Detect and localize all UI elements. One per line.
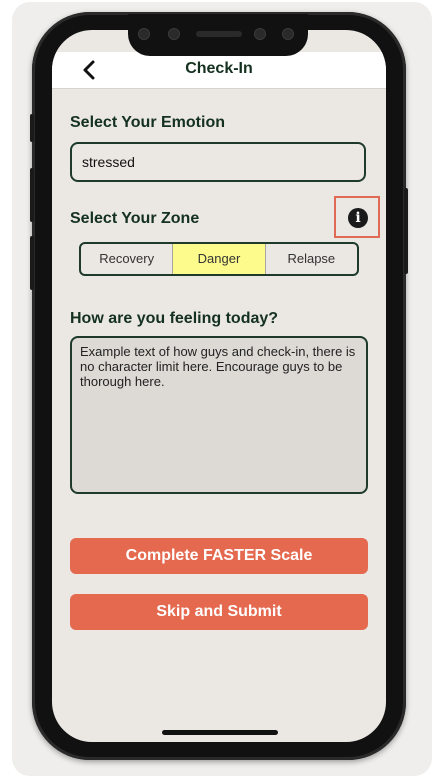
- home-indicator: [162, 730, 278, 735]
- app-header: Check-In: [52, 52, 386, 89]
- emotion-field[interactable]: stressed: [70, 142, 366, 182]
- page-title: Check-In: [185, 60, 253, 77]
- phone-volume-down: [30, 236, 34, 290]
- phone-silent-switch: [30, 114, 34, 142]
- zone-label: Select Your Zone: [70, 210, 200, 227]
- zone-selector: Recovery Danger Relapse: [79, 242, 359, 276]
- complete-faster-scale-button[interactable]: Complete FASTER Scale: [70, 538, 368, 574]
- phone-notch: [128, 14, 308, 56]
- zone-option-relapse[interactable]: Relapse: [266, 244, 357, 274]
- phone-screen: Check-In Select Your Emotion stressed Se…: [52, 30, 386, 742]
- camera-lens: [282, 28, 294, 40]
- speaker-grille: [196, 31, 242, 37]
- info-icon[interactable]: i: [348, 208, 368, 228]
- sensor-dot: [254, 28, 266, 40]
- skip-and-submit-button[interactable]: Skip and Submit: [70, 594, 368, 630]
- camera-lens: [138, 28, 150, 40]
- phone-volume-up: [30, 168, 34, 222]
- feelings-label: How are you feeling today?: [70, 310, 279, 327]
- zone-option-danger[interactable]: Danger: [173, 244, 266, 274]
- zone-option-recovery[interactable]: Recovery: [81, 244, 174, 274]
- phone-power-button: [404, 188, 408, 274]
- sensor-dot: [168, 28, 180, 40]
- feelings-textarea[interactable]: Example text of how guys and check-in, t…: [70, 336, 368, 494]
- emotion-label: Select Your Emotion: [70, 114, 225, 131]
